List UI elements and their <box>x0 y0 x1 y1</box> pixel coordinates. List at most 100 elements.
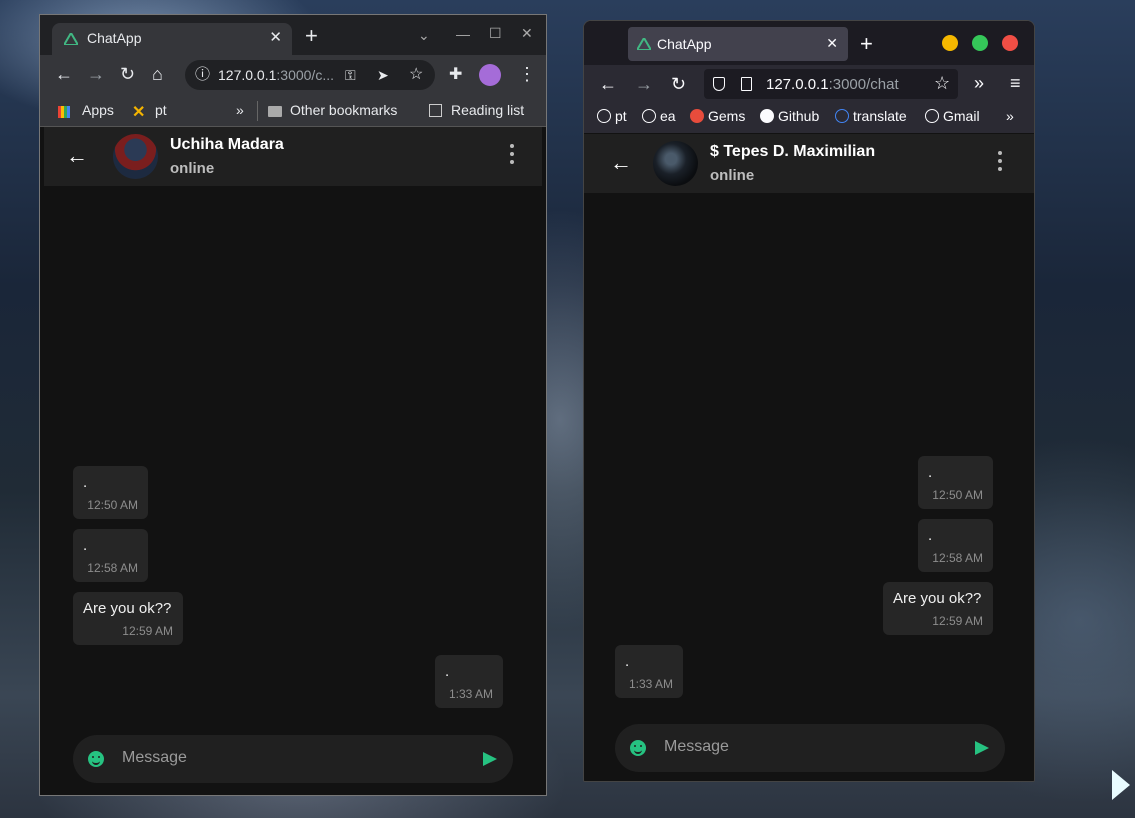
reload-icon[interactable]: ↻ <box>671 75 686 93</box>
tab-search-icon[interactable]: ⌄ <box>418 27 430 44</box>
message-bubble[interactable]: . 12:50 AM <box>73 466 148 519</box>
message-text: . <box>625 653 630 670</box>
star-icon[interactable]: ☆ <box>934 74 950 92</box>
bookmark-reading-list[interactable]: Reading list <box>451 102 524 118</box>
forward-icon[interactable]: → <box>87 65 105 83</box>
reload-icon[interactable]: ↻ <box>120 65 135 83</box>
page-icon <box>741 77 752 91</box>
apps-grid-icon[interactable] <box>58 106 70 118</box>
taskbar-logo-icon[interactable] <box>1112 770 1130 800</box>
folder-icon <box>268 106 282 117</box>
minimize-icon[interactable] <box>942 35 958 51</box>
back-arrow-icon[interactable]: ← <box>610 152 632 174</box>
bookmarks-overflow[interactable]: » <box>236 102 244 118</box>
info-icon[interactable]: ⓘ <box>195 66 210 84</box>
message-text: Are you ok?? <box>893 590 982 607</box>
overflow-chevrons-icon[interactable]: » <box>974 74 984 92</box>
message-bubble[interactable]: Are you ok?? 12:59 AM <box>883 582 993 635</box>
tab-title: ChatApp <box>657 36 712 52</box>
globe-icon <box>597 109 611 123</box>
message-text: . <box>445 663 450 680</box>
emoji-icon[interactable] <box>630 740 646 756</box>
tab-chatapp[interactable]: ChatApp ✕ <box>52 23 292 55</box>
bookmarks-overflow-icon[interactable]: » <box>1006 108 1014 124</box>
message-input[interactable]: Message <box>664 738 729 756</box>
bookmark-ea[interactable]: ea <box>642 108 676 124</box>
message-composer[interactable]: Message <box>73 735 513 783</box>
key-icon[interactable]: ⚿ <box>345 66 356 84</box>
message-time: 1:33 AM <box>448 687 493 701</box>
bookmark-github[interactable]: Github <box>760 108 819 124</box>
message-composer[interactable]: Message <box>615 724 1005 772</box>
message-bubble[interactable]: . 1:33 AM <box>435 655 503 708</box>
chat-app: ← $ Tepes D. Maximilian online . 12:50 A… <box>584 134 1034 781</box>
message-bubble[interactable]: . 12:50 AM <box>918 456 993 509</box>
message-time: 12:58 AM <box>87 561 138 575</box>
extensions-icon[interactable]: ✚ <box>449 66 462 84</box>
gems-icon <box>690 109 704 123</box>
menu-hamburger-icon[interactable]: ≡ <box>1010 74 1021 92</box>
close-tab-icon[interactable]: ✕ <box>826 35 838 52</box>
close-window-icon[interactable] <box>1002 35 1018 51</box>
more-options-icon[interactable] <box>510 144 514 168</box>
globe-icon <box>925 109 939 123</box>
bookmark-other[interactable]: Other bookmarks <box>290 102 397 118</box>
close-tab-icon[interactable]: ✕ <box>269 28 282 46</box>
message-text: Are you ok?? <box>83 600 172 617</box>
message-time: 12:50 AM <box>87 498 138 512</box>
url-text: 127.0.0.1:3000/chat <box>766 76 899 93</box>
new-tab-icon[interactable]: + <box>860 33 873 55</box>
chat-header: ← $ Tepes D. Maximilian online <box>584 134 1034 193</box>
close-window-icon[interactable]: ✕ <box>521 25 533 42</box>
reading-list-icon <box>429 104 442 117</box>
profile-avatar-icon[interactable] <box>479 64 501 86</box>
bookmark-pt[interactable]: pt <box>155 102 167 118</box>
chrome-window: ChatApp ✕ + ⌄ — ☐ ✕ ← → ↻ ⌂ ⓘ 127.0.0.1:… <box>39 14 547 796</box>
message-bubble[interactable]: . 1:33 AM <box>615 645 683 698</box>
new-tab-icon[interactable]: + <box>305 25 318 47</box>
forward-icon[interactable]: → <box>635 75 653 93</box>
back-icon[interactable]: ← <box>55 65 73 83</box>
minimize-icon[interactable]: — <box>456 26 470 42</box>
maximize-icon[interactable] <box>972 35 988 51</box>
google-icon <box>835 109 849 123</box>
url-text: 127.0.0.1:3000/c... <box>218 67 334 83</box>
tab-chatapp[interactable]: ChatApp ✕ <box>628 27 848 61</box>
message-bubble[interactable]: . 12:58 AM <box>918 519 993 572</box>
message-time: 12:58 AM <box>932 551 983 565</box>
message-bubble[interactable]: Are you ok?? 12:59 AM <box>73 592 183 645</box>
message-input[interactable]: Message <box>122 749 187 767</box>
pt-bookmark-icon: ✕ <box>132 104 146 121</box>
avatar[interactable] <box>113 134 158 179</box>
bookmark-translate[interactable]: translate <box>835 108 907 124</box>
emoji-icon[interactable] <box>88 751 104 767</box>
shield-icon[interactable] <box>713 77 725 91</box>
star-icon[interactable]: ☆ <box>409 66 423 84</box>
send-tab-icon[interactable]: ➤ <box>377 66 389 84</box>
globe-icon <box>642 109 656 123</box>
message-text: . <box>83 474 88 491</box>
avatar[interactable] <box>653 141 698 186</box>
message-time: 12:59 AM <box>122 624 173 638</box>
back-arrow-icon[interactable]: ← <box>66 145 88 167</box>
menu-kebab-icon[interactable]: ⋮ <box>518 65 536 83</box>
bookmark-gmail[interactable]: Gmail <box>925 108 980 124</box>
bookmarks-bar: pt ea Gems Github translate Gmail » <box>584 103 1034 133</box>
more-options-icon[interactable] <box>998 151 1002 175</box>
back-icon[interactable]: ← <box>599 75 617 93</box>
address-bar[interactable]: 127.0.0.1:3000/chat <box>704 69 958 99</box>
message-time: 1:33 AM <box>628 677 673 691</box>
contact-status: online <box>710 167 755 184</box>
message-time: 12:59 AM <box>932 614 983 628</box>
bookmark-apps[interactable]: Apps <box>82 102 114 118</box>
message-bubble[interactable]: . 12:58 AM <box>73 529 148 582</box>
send-icon[interactable] <box>975 741 989 755</box>
message-text: . <box>928 464 933 481</box>
maximize-icon[interactable]: ☐ <box>489 25 502 42</box>
address-bar[interactable]: ⓘ 127.0.0.1:3000/c... ⚿ ➤ ☆ <box>185 60 435 90</box>
home-icon[interactable]: ⌂ <box>152 65 163 83</box>
github-icon <box>760 109 774 123</box>
bookmark-gems[interactable]: Gems <box>690 108 745 124</box>
bookmark-pt[interactable]: pt <box>597 108 627 124</box>
send-icon[interactable] <box>483 752 497 766</box>
